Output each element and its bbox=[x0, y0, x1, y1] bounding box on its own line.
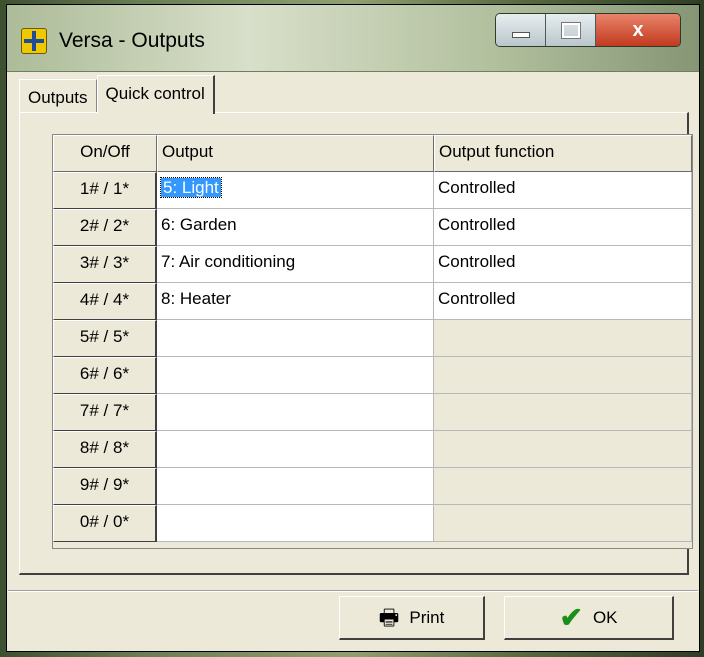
on-off-row-button[interactable]: 1# / 1* bbox=[53, 172, 157, 209]
tab-strip: Outputs Quick control bbox=[19, 75, 215, 114]
output-function-cell[interactable] bbox=[434, 468, 692, 505]
table-row: 2# / 2* 6: Garden Controlled bbox=[53, 209, 692, 246]
ok-button[interactable]: ✔ OK bbox=[504, 596, 674, 640]
column-header-on-off[interactable]: On/Off bbox=[53, 135, 157, 172]
title-bar[interactable]: Versa - Outputs x bbox=[7, 5, 699, 72]
output-cell[interactable]: 5: Light bbox=[157, 172, 434, 209]
on-off-row-button[interactable]: 5# / 5* bbox=[53, 320, 157, 357]
minimize-button[interactable] bbox=[496, 14, 546, 46]
table-row: 6# / 6* bbox=[53, 357, 692, 394]
output-cell[interactable] bbox=[157, 505, 434, 542]
output-name: 5: Light bbox=[160, 177, 222, 198]
column-header-output[interactable]: Output bbox=[157, 135, 434, 172]
table-row: 3# / 3* 7: Air conditioning Controlled bbox=[53, 246, 692, 283]
checkmark-icon: ✔ bbox=[559, 601, 583, 633]
table-row: 5# / 5* bbox=[53, 320, 692, 357]
quick-control-panel: On/Off Output Output function 1# / 1* 5: … bbox=[19, 112, 693, 575]
on-off-row-button[interactable]: 6# / 6* bbox=[53, 357, 157, 394]
maximize-icon bbox=[560, 21, 581, 39]
close-icon: x bbox=[632, 18, 644, 41]
output-cell[interactable] bbox=[157, 320, 434, 357]
ok-button-label: OK bbox=[592, 607, 618, 627]
column-header-output-function[interactable]: Output function bbox=[434, 135, 692, 172]
output-name: 7: Air conditioning bbox=[161, 252, 296, 271]
output-function-cell[interactable] bbox=[434, 320, 692, 357]
table-row: 0# / 0* bbox=[53, 505, 692, 542]
print-button[interactable]: 🖶 Print bbox=[339, 596, 485, 640]
header-row: On/Off Output Output function bbox=[53, 135, 692, 172]
output-function-cell[interactable]: Controlled bbox=[434, 246, 692, 283]
output-function-cell[interactable]: Controlled bbox=[434, 209, 692, 246]
quick-control-grid: On/Off Output Output function 1# / 1* 5: … bbox=[52, 134, 693, 549]
app-icon bbox=[21, 28, 47, 54]
output-cell[interactable]: 8: Heater bbox=[157, 283, 434, 320]
on-off-row-button[interactable]: 0# / 0* bbox=[53, 505, 157, 542]
table-row: 7# / 7* bbox=[53, 394, 692, 431]
output-function-cell[interactable] bbox=[434, 505, 692, 542]
output-cell[interactable] bbox=[157, 468, 434, 505]
output-function-cell[interactable] bbox=[434, 357, 692, 394]
output-cell[interactable] bbox=[157, 431, 434, 468]
output-cell[interactable] bbox=[157, 394, 434, 431]
window-title: Versa - Outputs bbox=[59, 29, 205, 52]
on-off-row-button[interactable]: 8# / 8* bbox=[53, 431, 157, 468]
on-off-row-button[interactable]: 2# / 2* bbox=[53, 209, 157, 246]
on-off-row-button[interactable]: 7# / 7* bbox=[53, 394, 157, 431]
output-function-cell[interactable]: Controlled bbox=[434, 283, 692, 320]
maximize-button[interactable] bbox=[546, 14, 596, 46]
table-row: 9# / 9* bbox=[53, 468, 692, 505]
outputs-window: Versa - Outputs x Outputs Quick control … bbox=[6, 4, 700, 652]
on-off-row-button[interactable]: 9# / 9* bbox=[53, 468, 157, 505]
tab-quick-control[interactable]: Quick control bbox=[96, 75, 215, 114]
minimize-icon bbox=[511, 32, 530, 38]
grid-body: 1# / 1* 5: Light Controlled 2# / 2* 6: Garde… bbox=[53, 172, 692, 542]
output-name: 6: Garden bbox=[161, 215, 237, 234]
table-row: 1# / 1* 5: Light Controlled bbox=[53, 172, 692, 209]
printer-icon: 🖶 bbox=[378, 604, 400, 630]
on-off-row-button[interactable]: 4# / 4* bbox=[53, 283, 157, 320]
table-row: 4# / 4* 8: Heater Controlled bbox=[53, 283, 692, 320]
output-function-cell[interactable] bbox=[434, 394, 692, 431]
tab-outputs[interactable]: Outputs bbox=[19, 79, 97, 113]
output-name: 8: Heater bbox=[161, 289, 231, 308]
on-off-row-button[interactable]: 3# / 3* bbox=[53, 246, 157, 283]
output-cell[interactable] bbox=[157, 357, 434, 394]
output-function-cell[interactable]: Controlled bbox=[434, 172, 692, 209]
close-button[interactable]: x bbox=[596, 14, 680, 46]
footer-divider bbox=[8, 590, 698, 592]
output-cell[interactable]: 7: Air conditioning bbox=[157, 246, 434, 283]
window-controls: x bbox=[495, 13, 681, 47]
output-cell[interactable]: 6: Garden bbox=[157, 209, 434, 246]
print-button-label: Print bbox=[409, 607, 445, 627]
table-row: 8# / 8* bbox=[53, 431, 692, 468]
output-function-cell[interactable] bbox=[434, 431, 692, 468]
